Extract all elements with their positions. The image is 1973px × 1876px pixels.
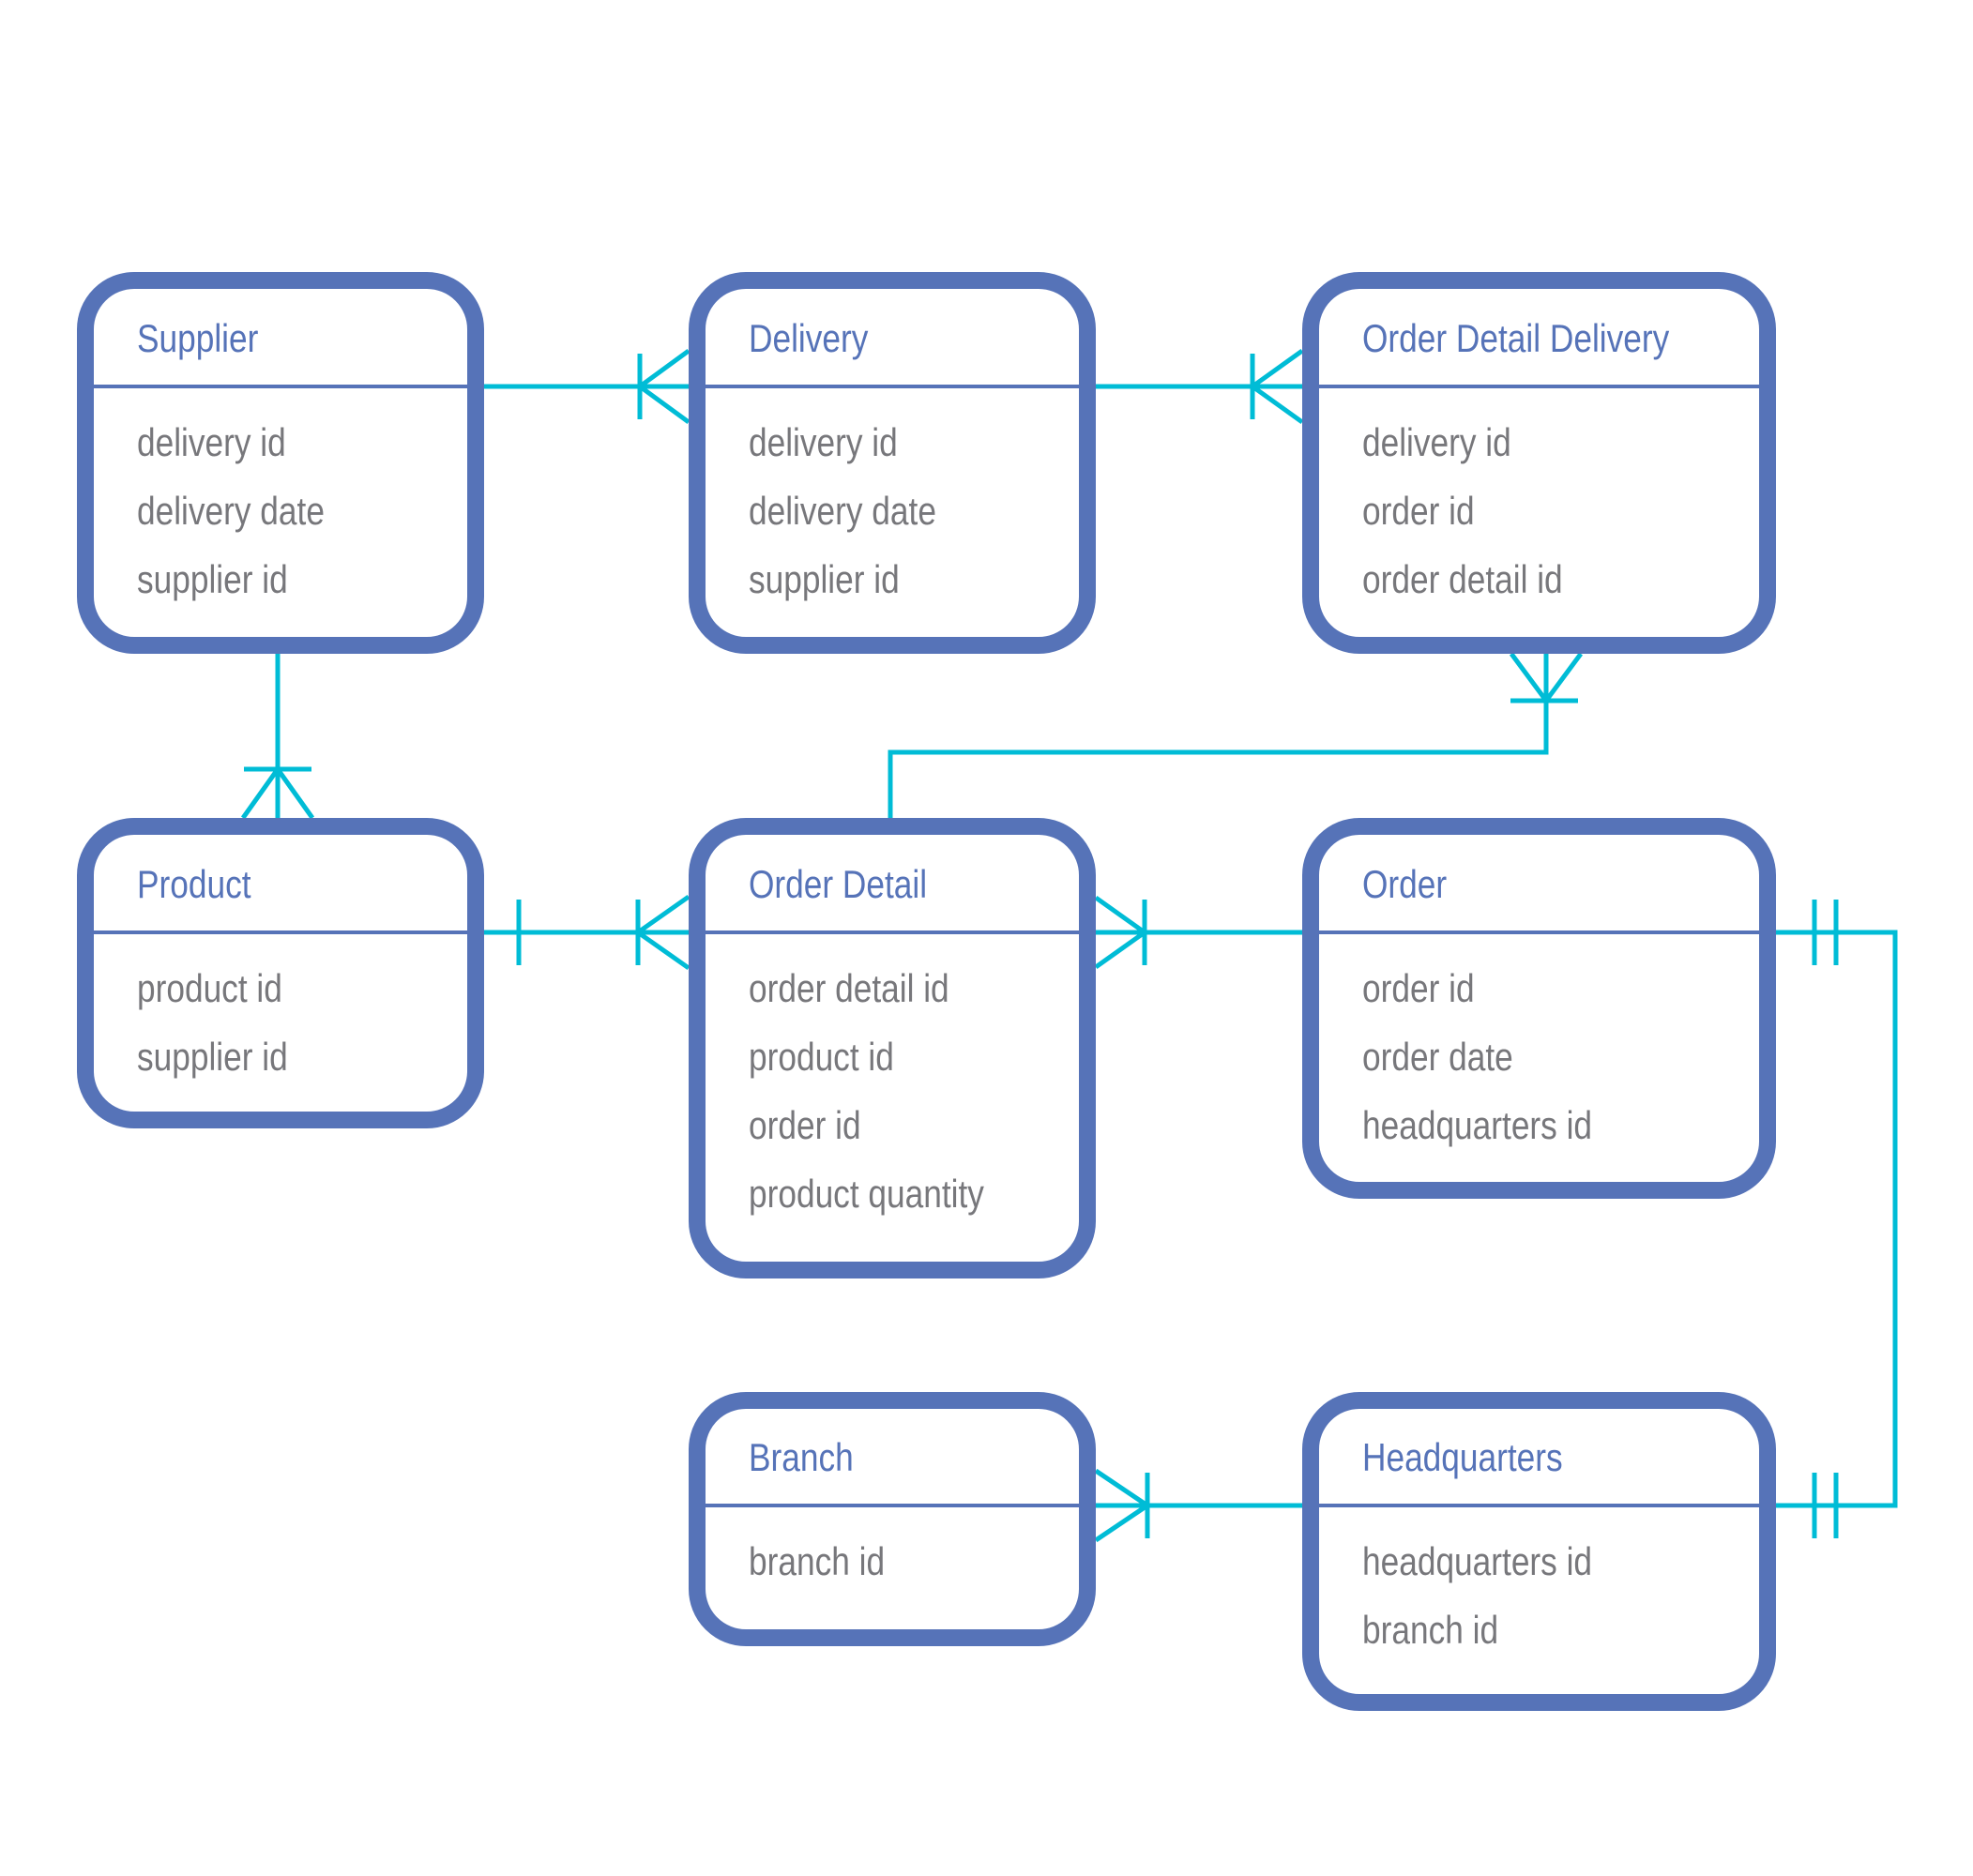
entity-attribute: supplier id (137, 1036, 288, 1080)
entity-attribute: order detail id (749, 967, 949, 1011)
entity-attribute: delivery id (137, 421, 286, 465)
entity-attribute: headquarters id (1362, 1104, 1592, 1148)
entity-headquarters[interactable]: Headquarters headquarters id branch id (1302, 1392, 1776, 1711)
entity-title: Order Detail Delivery (1362, 317, 1670, 361)
entity-attribute: order id (1362, 967, 1475, 1011)
entity-order-detail-delivery[interactable]: Order Detail Delivery delivery id order id… (1302, 272, 1776, 654)
entity-attribute: order id (1362, 490, 1475, 534)
entity-title: Headquarters (1362, 1436, 1563, 1480)
entity-product[interactable]: Product product id supplier id (77, 818, 484, 1128)
entity-attribute: headquarters id (1362, 1540, 1592, 1584)
entity-attribute: delivery id (1362, 421, 1511, 465)
entity-attribute: supplier id (137, 558, 288, 602)
entity-attribute: delivery date (137, 490, 325, 534)
entity-attribute: branch id (1362, 1609, 1498, 1653)
entity-title: Delivery (749, 317, 869, 361)
er-diagram: Supplier delivery id delivery date supplier… (0, 0, 1973, 1876)
entity-supplier[interactable]: Supplier delivery id delivery date supplier… (77, 272, 484, 654)
entity-title: Order (1362, 863, 1447, 907)
entity-order-detail[interactable]: Order Detail order detail id product id ord… (689, 818, 1096, 1278)
entity-attribute: product quantity (749, 1172, 984, 1217)
entity-attribute: order detail id (1362, 558, 1563, 602)
entity-branch[interactable]: Branch branch id (689, 1392, 1096, 1646)
entity-attribute: order date (1362, 1036, 1513, 1080)
entity-title: Order Detail (749, 863, 927, 907)
entity-attribute: order id (749, 1104, 861, 1148)
entity-attribute: delivery id (749, 421, 898, 465)
entity-attribute: supplier id (749, 558, 900, 602)
entity-title: Branch (749, 1436, 854, 1480)
entity-attribute: branch id (749, 1540, 885, 1584)
entity-order[interactable]: Order order id order date headquarters id (1302, 818, 1776, 1199)
entity-delivery[interactable]: Delivery delivery id delivery date supplier… (689, 272, 1096, 654)
entity-attribute: delivery date (749, 490, 936, 534)
entity-attribute: product id (137, 967, 282, 1011)
entity-title: Product (137, 863, 251, 907)
entity-attribute: product id (749, 1036, 894, 1080)
entity-title: Supplier (137, 317, 258, 361)
